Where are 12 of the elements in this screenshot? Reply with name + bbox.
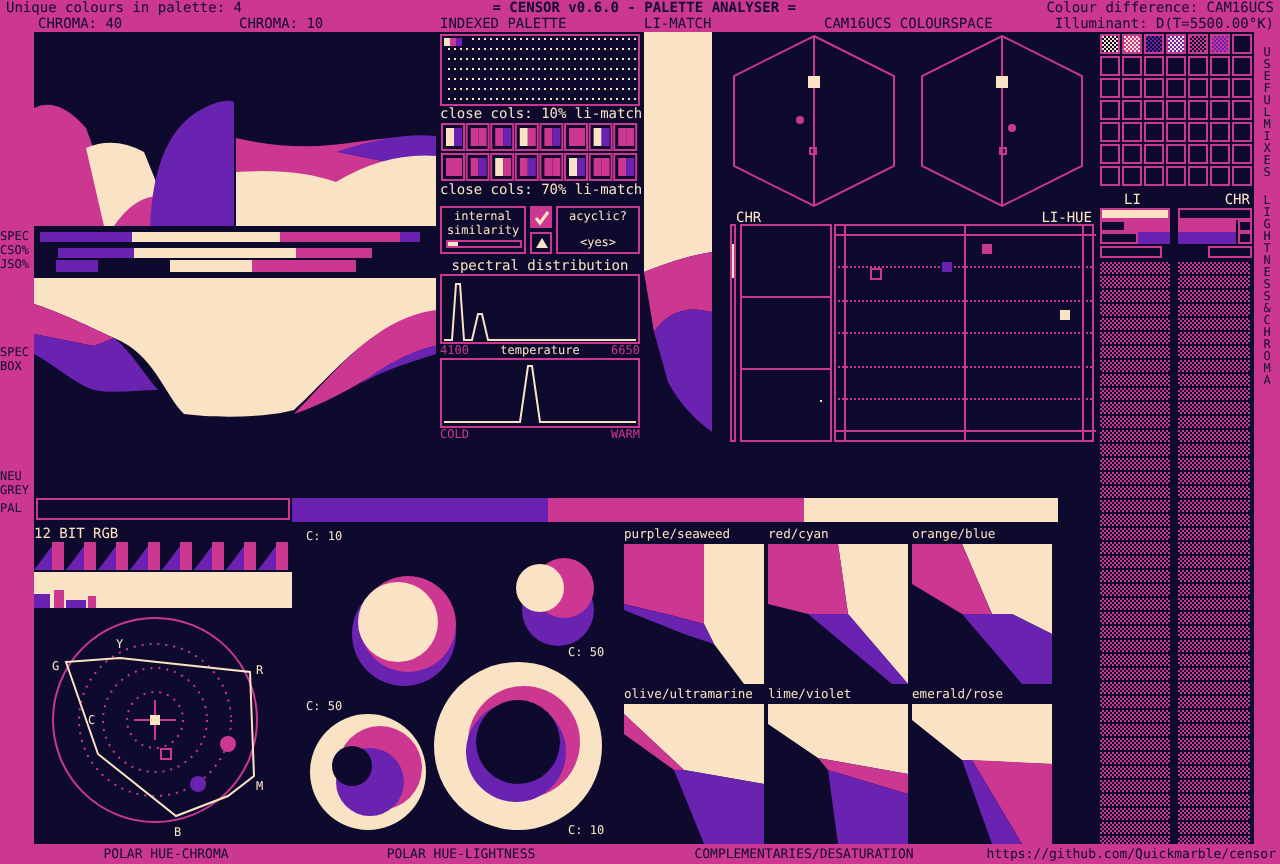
toggle-button[interactable] [530, 232, 552, 254]
checkbox[interactable] [530, 206, 552, 228]
hue-lightness-ring [516, 558, 594, 646]
desaturation-tile-drawing [768, 544, 908, 684]
desaturation-tile-drawing [912, 544, 1052, 684]
similarity-slider[interactable] [445, 240, 521, 248]
hue-lightness-ring [310, 714, 426, 830]
triangle-icon [535, 238, 547, 248]
desaturation-tile-drawing [912, 703, 1052, 843]
desaturation-tile-drawing [624, 544, 764, 684]
desaturation-tile-drawing [768, 703, 908, 843]
desaturation-tile-drawing [624, 703, 764, 843]
